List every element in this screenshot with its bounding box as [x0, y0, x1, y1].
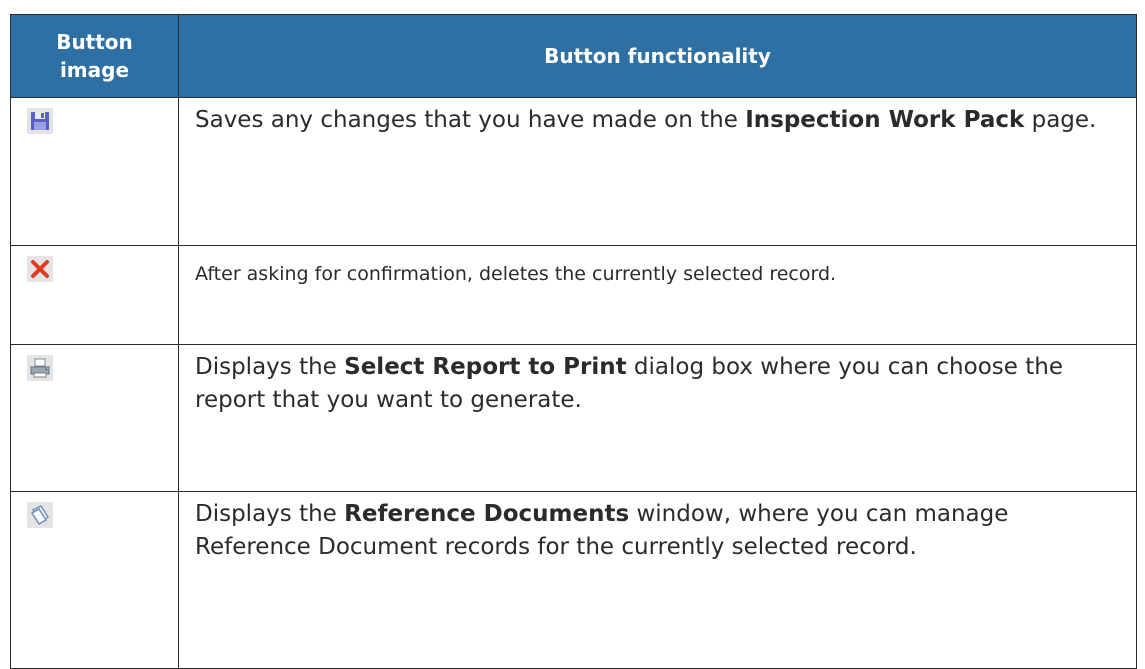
header-button-functionality: Button functionality [178, 14, 1137, 98]
button-image-cell [10, 344, 179, 492]
description-text: page. [1024, 107, 1097, 133]
print-icon [27, 355, 53, 381]
header-button-image: Button image [10, 14, 179, 98]
button-reference-table: Button image Button functionality Saves … [10, 14, 1137, 669]
button-image-cell [10, 491, 179, 669]
table-row: After asking for confirmation, deletes t… [10, 245, 1137, 345]
delete-icon [27, 256, 53, 282]
button-description: Displays the Select Report to Print dial… [178, 344, 1137, 492]
reference-documents-icon [27, 502, 53, 528]
description-bold-text: Select Report to Print [344, 354, 627, 380]
description-text: Saves any changes that you have made on … [195, 107, 746, 133]
button-image-cell [10, 97, 179, 246]
description-bold-text: Inspection Work Pack [745, 107, 1025, 133]
button-description: Saves any changes that you have made on … [178, 97, 1137, 246]
table-row: Saves any changes that you have made on … [10, 97, 1137, 246]
table-header-row: Button image Button functionality [10, 14, 1137, 98]
button-description: Displays the Reference Documents window,… [178, 491, 1137, 669]
description-text: Displays the [195, 354, 345, 380]
table-row: Displays the Reference Documents window,… [10, 491, 1137, 669]
button-image-cell [10, 245, 179, 345]
description-text: After asking for confirmation, deletes t… [195, 263, 837, 285]
description-bold-text: Reference Documents [344, 501, 630, 527]
description-text: Displays the [195, 501, 345, 527]
save-icon [27, 108, 53, 134]
table-row: Displays the Select Report to Print dial… [10, 344, 1137, 492]
button-description: After asking for confirmation, deletes t… [178, 245, 1137, 345]
